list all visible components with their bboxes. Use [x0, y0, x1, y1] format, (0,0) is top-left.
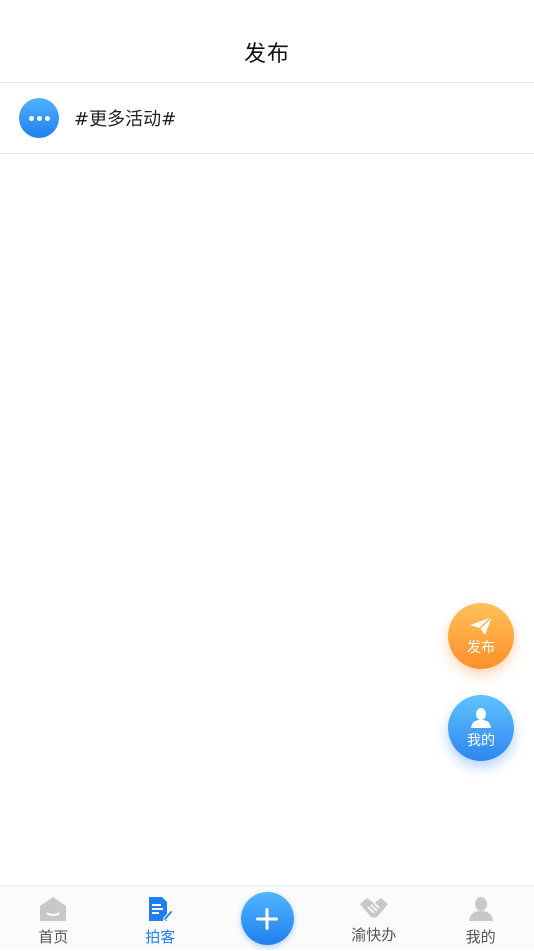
- bottom-tab-bar: 首页 拍客 渝快办 我的: [0, 885, 534, 950]
- tab-yukuaiban[interactable]: 渝快办: [320, 886, 427, 951]
- plus-icon: [256, 907, 279, 930]
- tab-yukuaiban-label: 渝快办: [351, 926, 397, 944]
- publish-fab-label: 发布: [467, 639, 495, 656]
- handshake-icon: [359, 898, 388, 918]
- publish-fab-button[interactable]: 发布: [448, 603, 514, 669]
- mine-fab-button[interactable]: 我的: [448, 695, 514, 761]
- tab-paike[interactable]: 拍客: [107, 886, 214, 951]
- tab-home[interactable]: 首页: [0, 886, 107, 951]
- paper-plane-icon: [470, 615, 493, 635]
- page-title: 发布: [243, 42, 290, 67]
- more-activities-label: #更多活动#: [74, 109, 177, 130]
- more-activities-row[interactable]: #更多活动#: [0, 83, 534, 154]
- tab-paike-label: 拍客: [145, 928, 176, 946]
- mine-fab-label: 我的: [467, 732, 495, 749]
- user-icon: [471, 707, 491, 728]
- note-edit-icon: [149, 897, 174, 922]
- home-icon: [40, 897, 67, 921]
- tab-mine[interactable]: 我的: [427, 886, 534, 951]
- top-bar: 发布: [0, 0, 534, 83]
- tab-add[interactable]: [214, 886, 321, 951]
- add-button[interactable]: [240, 892, 294, 945]
- more-icon: [19, 98, 59, 138]
- tab-home-label: 首页: [38, 928, 69, 946]
- user-icon: [468, 897, 493, 921]
- tab-mine-label: 我的: [465, 928, 496, 946]
